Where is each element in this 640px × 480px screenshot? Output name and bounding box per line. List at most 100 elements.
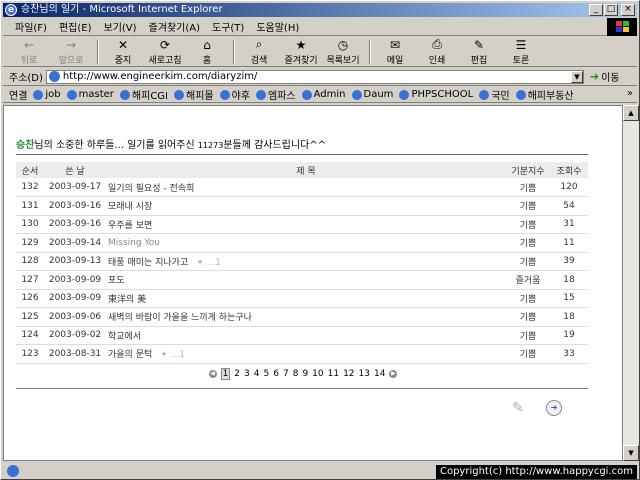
entry-title-link[interactable]: 東洋의 美: [108, 295, 146, 305]
entry-no: 132: [16, 178, 44, 197]
toolbar-button-4[interactable]: ⌂ 홈: [187, 38, 227, 66]
page-link[interactable]: 6: [273, 369, 279, 379]
toolbar-label: 즐겨찾기: [284, 55, 318, 66]
entry-title-link[interactable]: 새벽의 바람이 가을을 느끼게 하는구나: [108, 313, 252, 323]
toolbar-button-1[interactable]: → 앞으로: [51, 38, 91, 66]
pagination: ◀ 1 2 3 4 5 6 7 8 9 10 11 12 13 14 ▶: [4, 368, 602, 380]
link-page-icon: [119, 89, 130, 100]
toolbar-button-3[interactable]: ⟳ 새로고침: [145, 38, 185, 66]
page-link[interactable]: 7: [283, 369, 289, 379]
page-link[interactable]: 11: [328, 369, 339, 379]
link-item[interactable]: PHPSCHOOL: [399, 87, 473, 102]
toolbar-button-7[interactable]: ◷ 목록보기: [323, 38, 363, 66]
table-row[interactable]: 124 2003-09-02 학교에서 기쁨 19: [16, 326, 588, 345]
go-button[interactable]: ➜ 이동: [590, 69, 620, 84]
vertical-scrollbar[interactable]: ▲ ▼: [623, 105, 639, 461]
toolbar-button-8[interactable]: ✉ 메일: [375, 38, 415, 66]
page-link[interactable]: 2: [234, 369, 240, 379]
status-page-icon: [7, 465, 19, 477]
table-row[interactable]: 129 2003-09-14 Missing You 기쁨 11: [16, 233, 588, 253]
page-link[interactable]: 12: [343, 369, 354, 379]
table-row[interactable]: 130 2003-09-16 우주를 보면 기쁨 31: [16, 215, 588, 234]
author-name: 승찬: [16, 140, 35, 151]
table-row[interactable]: 126 2003-09-09 東洋의 美 기쁨 15: [16, 289, 588, 308]
link-item[interactable]: 해피몰: [174, 87, 214, 102]
link-item[interactable]: 해피부동산: [515, 87, 574, 102]
entry-title-cell: 모래내 시장: [106, 196, 506, 216]
table-row[interactable]: 131 2003-09-16 모래내 시장 기쁨 54: [16, 196, 588, 216]
page-link[interactable]: 1: [220, 368, 231, 380]
comment-count[interactable]: ✦ ...1: [160, 350, 185, 360]
entry-no: 124: [16, 326, 44, 345]
entry-title-link[interactable]: 포도: [108, 276, 125, 286]
menu-file[interactable]: 파일(F): [9, 19, 53, 34]
menu-tools[interactable]: 도구(T): [206, 19, 250, 34]
page-link[interactable]: 9: [302, 369, 308, 379]
scroll-up-icon[interactable]: ▲: [623, 105, 639, 121]
table-row[interactable]: 128 2003-09-13 태풍 매미는 지나가고 ✦ ...1 기쁨 39: [16, 252, 588, 271]
entry-mood: 기쁨: [506, 326, 550, 345]
link-item[interactable]: job: [33, 87, 61, 102]
page-link[interactable]: 10: [312, 369, 323, 379]
toolbar-button-11[interactable]: ☰ 토론: [501, 38, 541, 66]
entry-title-link[interactable]: 모래내 시장: [108, 202, 152, 212]
link-item[interactable]: Admin: [301, 87, 346, 102]
entry-title-link[interactable]: Missing You: [108, 238, 160, 248]
table-row[interactable]: 123 2003-08-31 가을의 문턱 ✦ ...1 기쁨 33: [16, 344, 588, 364]
comment-count[interactable]: ✦ ...1: [196, 258, 221, 268]
link-page-icon: [66, 89, 77, 100]
link-item[interactable]: master: [66, 87, 114, 102]
page-link[interactable]: 4: [254, 369, 260, 379]
entry-views: 18: [550, 270, 588, 290]
minimize-button[interactable]: _: [589, 4, 603, 16]
page-link[interactable]: 3: [244, 369, 250, 379]
entry-title-link[interactable]: 태풍 매미는 지나가고: [108, 258, 188, 268]
browser-window: e 승찬님의 일기 - Microsoft Internet Explorer …: [0, 0, 640, 480]
close-button[interactable]: ×: [621, 4, 635, 16]
entry-date: 2003-09-16: [44, 215, 106, 234]
table-row[interactable]: 132 2003-09-17 일기의 필요성 - 전속희 기쁨 120: [16, 178, 588, 197]
entry-title-link[interactable]: 우주를 보면: [108, 221, 152, 231]
title-bar[interactable]: e 승찬님의 일기 - Microsoft Internet Explorer …: [3, 3, 637, 17]
entry-views: 15: [550, 289, 588, 308]
address-dropdown-icon[interactable]: ▼: [570, 70, 583, 83]
page-link[interactable]: 5: [264, 369, 270, 379]
entry-mood: 기쁨: [506, 196, 550, 216]
toolbar-button-5[interactable]: ⌕ 검색: [239, 37, 279, 66]
menu-help[interactable]: 도움말(H): [250, 19, 305, 34]
toolbar-button-9[interactable]: ⎙ 인쇄: [417, 37, 457, 66]
menu-favorites[interactable]: 즐겨찾기(A): [143, 19, 206, 34]
toolbar-button-2[interactable]: ✕ 중지: [103, 38, 143, 66]
maximize-button[interactable]: □: [604, 4, 618, 16]
entry-title-cell: 학교에서: [106, 326, 506, 345]
entry-date: 2003-09-02: [44, 326, 106, 345]
link-item[interactable]: Daum: [351, 87, 393, 102]
table-row[interactable]: 125 2003-09-06 새벽의 바람이 가을을 느끼게 하는구나 기쁨 18: [16, 307, 588, 327]
next-page-icon[interactable]: ▶: [389, 370, 398, 378]
page-link[interactable]: 8: [293, 369, 299, 379]
page-link[interactable]: 13: [359, 369, 370, 379]
link-item[interactable]: 야후: [219, 87, 250, 102]
entry-title-link[interactable]: 가을의 문턱: [108, 350, 152, 360]
table-row[interactable]: 127 2003-09-09 포도 즐거움 18: [16, 270, 588, 290]
write-pencil-icon[interactable]: ✎: [512, 400, 528, 416]
links-bar: 연결 job master 해피CGI 해피몰 야후 엠파스 Admin Daum PHPSCH…: [3, 87, 637, 103]
toolbar-button-10[interactable]: ✎ 편집: [459, 38, 499, 66]
toolbar-button-0[interactable]: ← 뒤로: [9, 38, 49, 66]
prev-page-icon[interactable]: ◀: [208, 370, 217, 378]
link-item[interactable]: 엠파스: [256, 87, 296, 102]
entry-title-link[interactable]: 일기의 필요성 - 전속희: [108, 184, 194, 194]
link-item[interactable]: 국민: [479, 87, 510, 102]
address-input[interactable]: http://www.engineerkim.com/diaryzim/ ▼: [45, 69, 584, 84]
menu-edit[interactable]: 편집(E): [53, 19, 98, 34]
toolbar-button-6[interactable]: ★ 즐겨찾기: [281, 38, 321, 66]
scroll-down-icon[interactable]: ▼: [623, 445, 639, 461]
links-more-button[interactable]: »: [627, 88, 633, 99]
menu-view[interactable]: 보기(V): [98, 19, 143, 34]
link-item[interactable]: 해피CGI: [119, 87, 168, 102]
next-arrow-icon[interactable]: ➔: [546, 400, 562, 416]
entry-title-link[interactable]: 학교에서: [108, 332, 141, 342]
page-link[interactable]: 14: [374, 369, 385, 379]
greeting-text: 승찬님의 소중한 하루들... 일기를 읽어주신 11273분들께 감사드립니다…: [16, 140, 327, 151]
toolbar-icon: ←: [23, 37, 35, 52]
